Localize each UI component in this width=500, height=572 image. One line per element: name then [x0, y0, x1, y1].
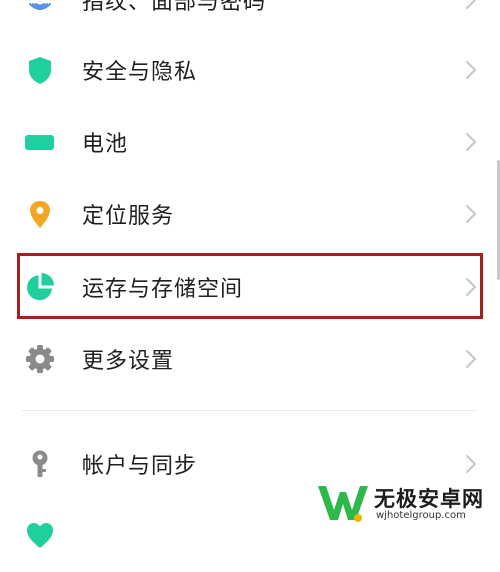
battery-icon: [24, 126, 56, 158]
chevron-right-icon: [464, 349, 478, 369]
settings-item-label: 电池: [82, 132, 129, 157]
section-divider: [22, 410, 478, 411]
watermark: 无极安卓网 wjhotelgroup.com: [316, 478, 500, 528]
watermark-logo-icon: [316, 480, 370, 524]
watermark-url: wjhotelgroup.com: [376, 510, 466, 521]
chevron-right-icon: [464, 0, 478, 10]
chevron-right-icon: [464, 454, 478, 474]
heart-icon: [24, 520, 56, 552]
settings-item-label: 帐户与同步: [82, 454, 198, 479]
watermark-title: 无极安卓网: [374, 487, 484, 511]
key-icon: [24, 448, 56, 480]
gear-icon: [24, 343, 56, 375]
chevron-right-icon: [464, 60, 478, 80]
settings-item-label: 定位服务: [82, 204, 175, 229]
chevron-right-icon: [464, 204, 478, 224]
fingerprint-icon: [24, 0, 56, 16]
chevron-right-icon: [464, 132, 478, 152]
settings-item-label: 安全与隐私: [82, 60, 198, 85]
settings-item-battery[interactable]: 电池: [0, 106, 500, 178]
shield-icon: [24, 54, 56, 86]
settings-item-fingerprint[interactable]: 指纹、面部与密码: [0, 0, 500, 36]
location-pin-icon: [24, 198, 56, 230]
highlight-box: [17, 253, 483, 319]
settings-item-location[interactable]: 定位服务: [0, 178, 500, 250]
settings-item-label: 指纹、面部与密码: [82, 0, 267, 15]
settings-item-label: 更多设置: [82, 349, 175, 374]
settings-item-security[interactable]: 安全与隐私: [0, 34, 500, 106]
settings-item-more[interactable]: 更多设置: [0, 323, 500, 395]
